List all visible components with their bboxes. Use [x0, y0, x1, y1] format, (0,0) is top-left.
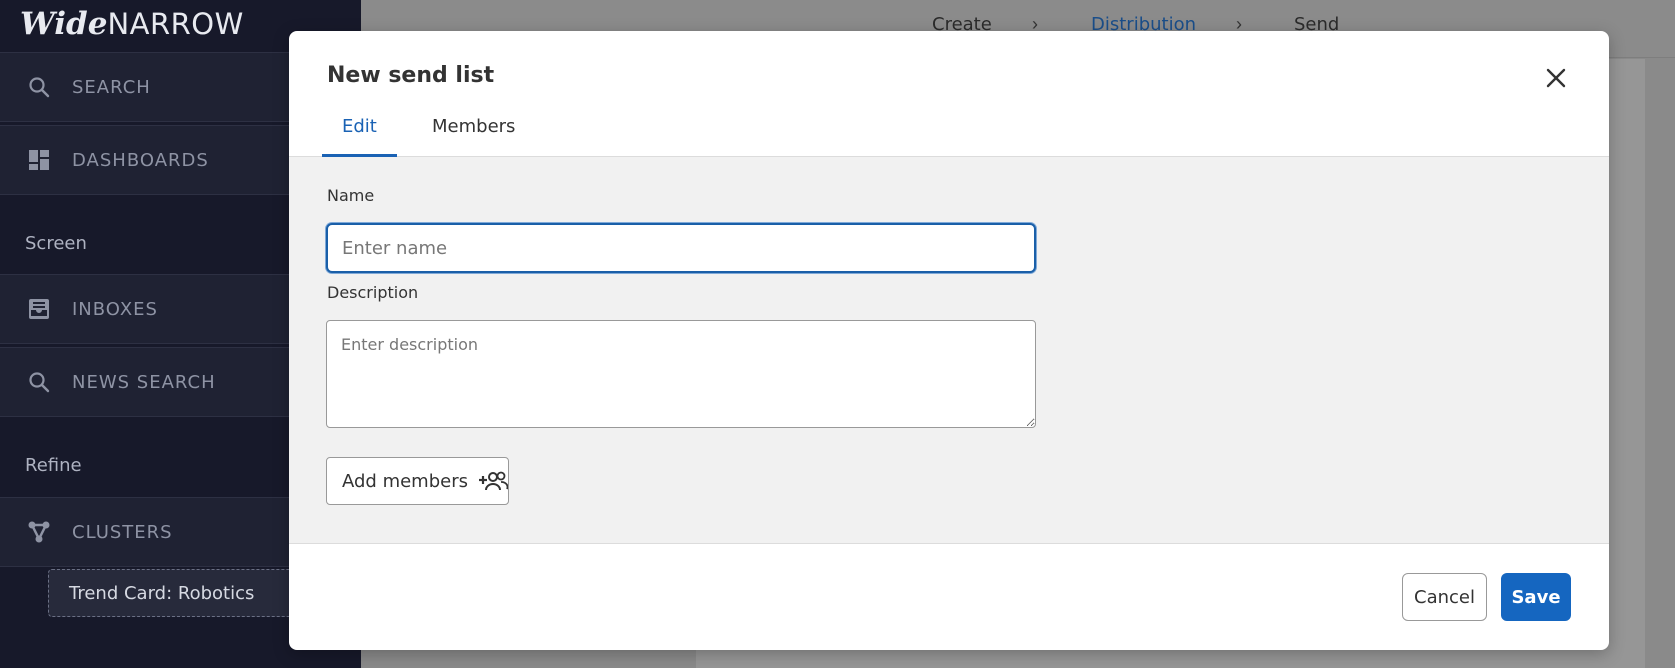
dialog-title: New send list [327, 63, 495, 88]
description-label: Description [327, 283, 419, 302]
sidebar-item-label: SEARCH [72, 76, 151, 98]
tab-edit[interactable]: Edit [322, 116, 397, 157]
sidebar-item-label: NEWS SEARCH [72, 371, 216, 393]
close-icon [1546, 68, 1566, 88]
add-members-label: Add members [342, 470, 468, 492]
search-icon [26, 369, 52, 395]
section-label-screen: Screen [25, 233, 87, 254]
description-textarea[interactable] [326, 320, 1036, 428]
logo-narrow: NARROW [107, 7, 244, 41]
add-members-button[interactable]: Add members [326, 457, 509, 505]
inbox-icon [26, 296, 52, 322]
name-input[interactable] [326, 223, 1036, 273]
sidebar-item-label: DASHBOARDS [72, 149, 209, 171]
name-label: Name [327, 186, 375, 205]
new-send-list-dialog: New send list Edit Members Name Descript… [289, 31, 1609, 650]
close-button[interactable] [1543, 65, 1569, 91]
tab-members[interactable]: Members [412, 116, 535, 157]
cancel-button[interactable]: Cancel [1402, 573, 1487, 621]
save-button[interactable]: Save [1501, 573, 1571, 621]
section-label-refine: Refine [25, 455, 82, 476]
add-group-icon [478, 470, 508, 492]
sidebar-item-label: CLUSTERS [72, 521, 173, 543]
dashboard-icon [26, 147, 52, 173]
dialog-header: New send list Edit Members [289, 31, 1609, 157]
logo-wide: Wide [20, 6, 108, 42]
clusters-icon [26, 519, 52, 545]
sidebar-item-label: INBOXES [72, 298, 158, 320]
search-icon [26, 74, 52, 100]
dialog-body: Name Description Add members [289, 157, 1609, 544]
